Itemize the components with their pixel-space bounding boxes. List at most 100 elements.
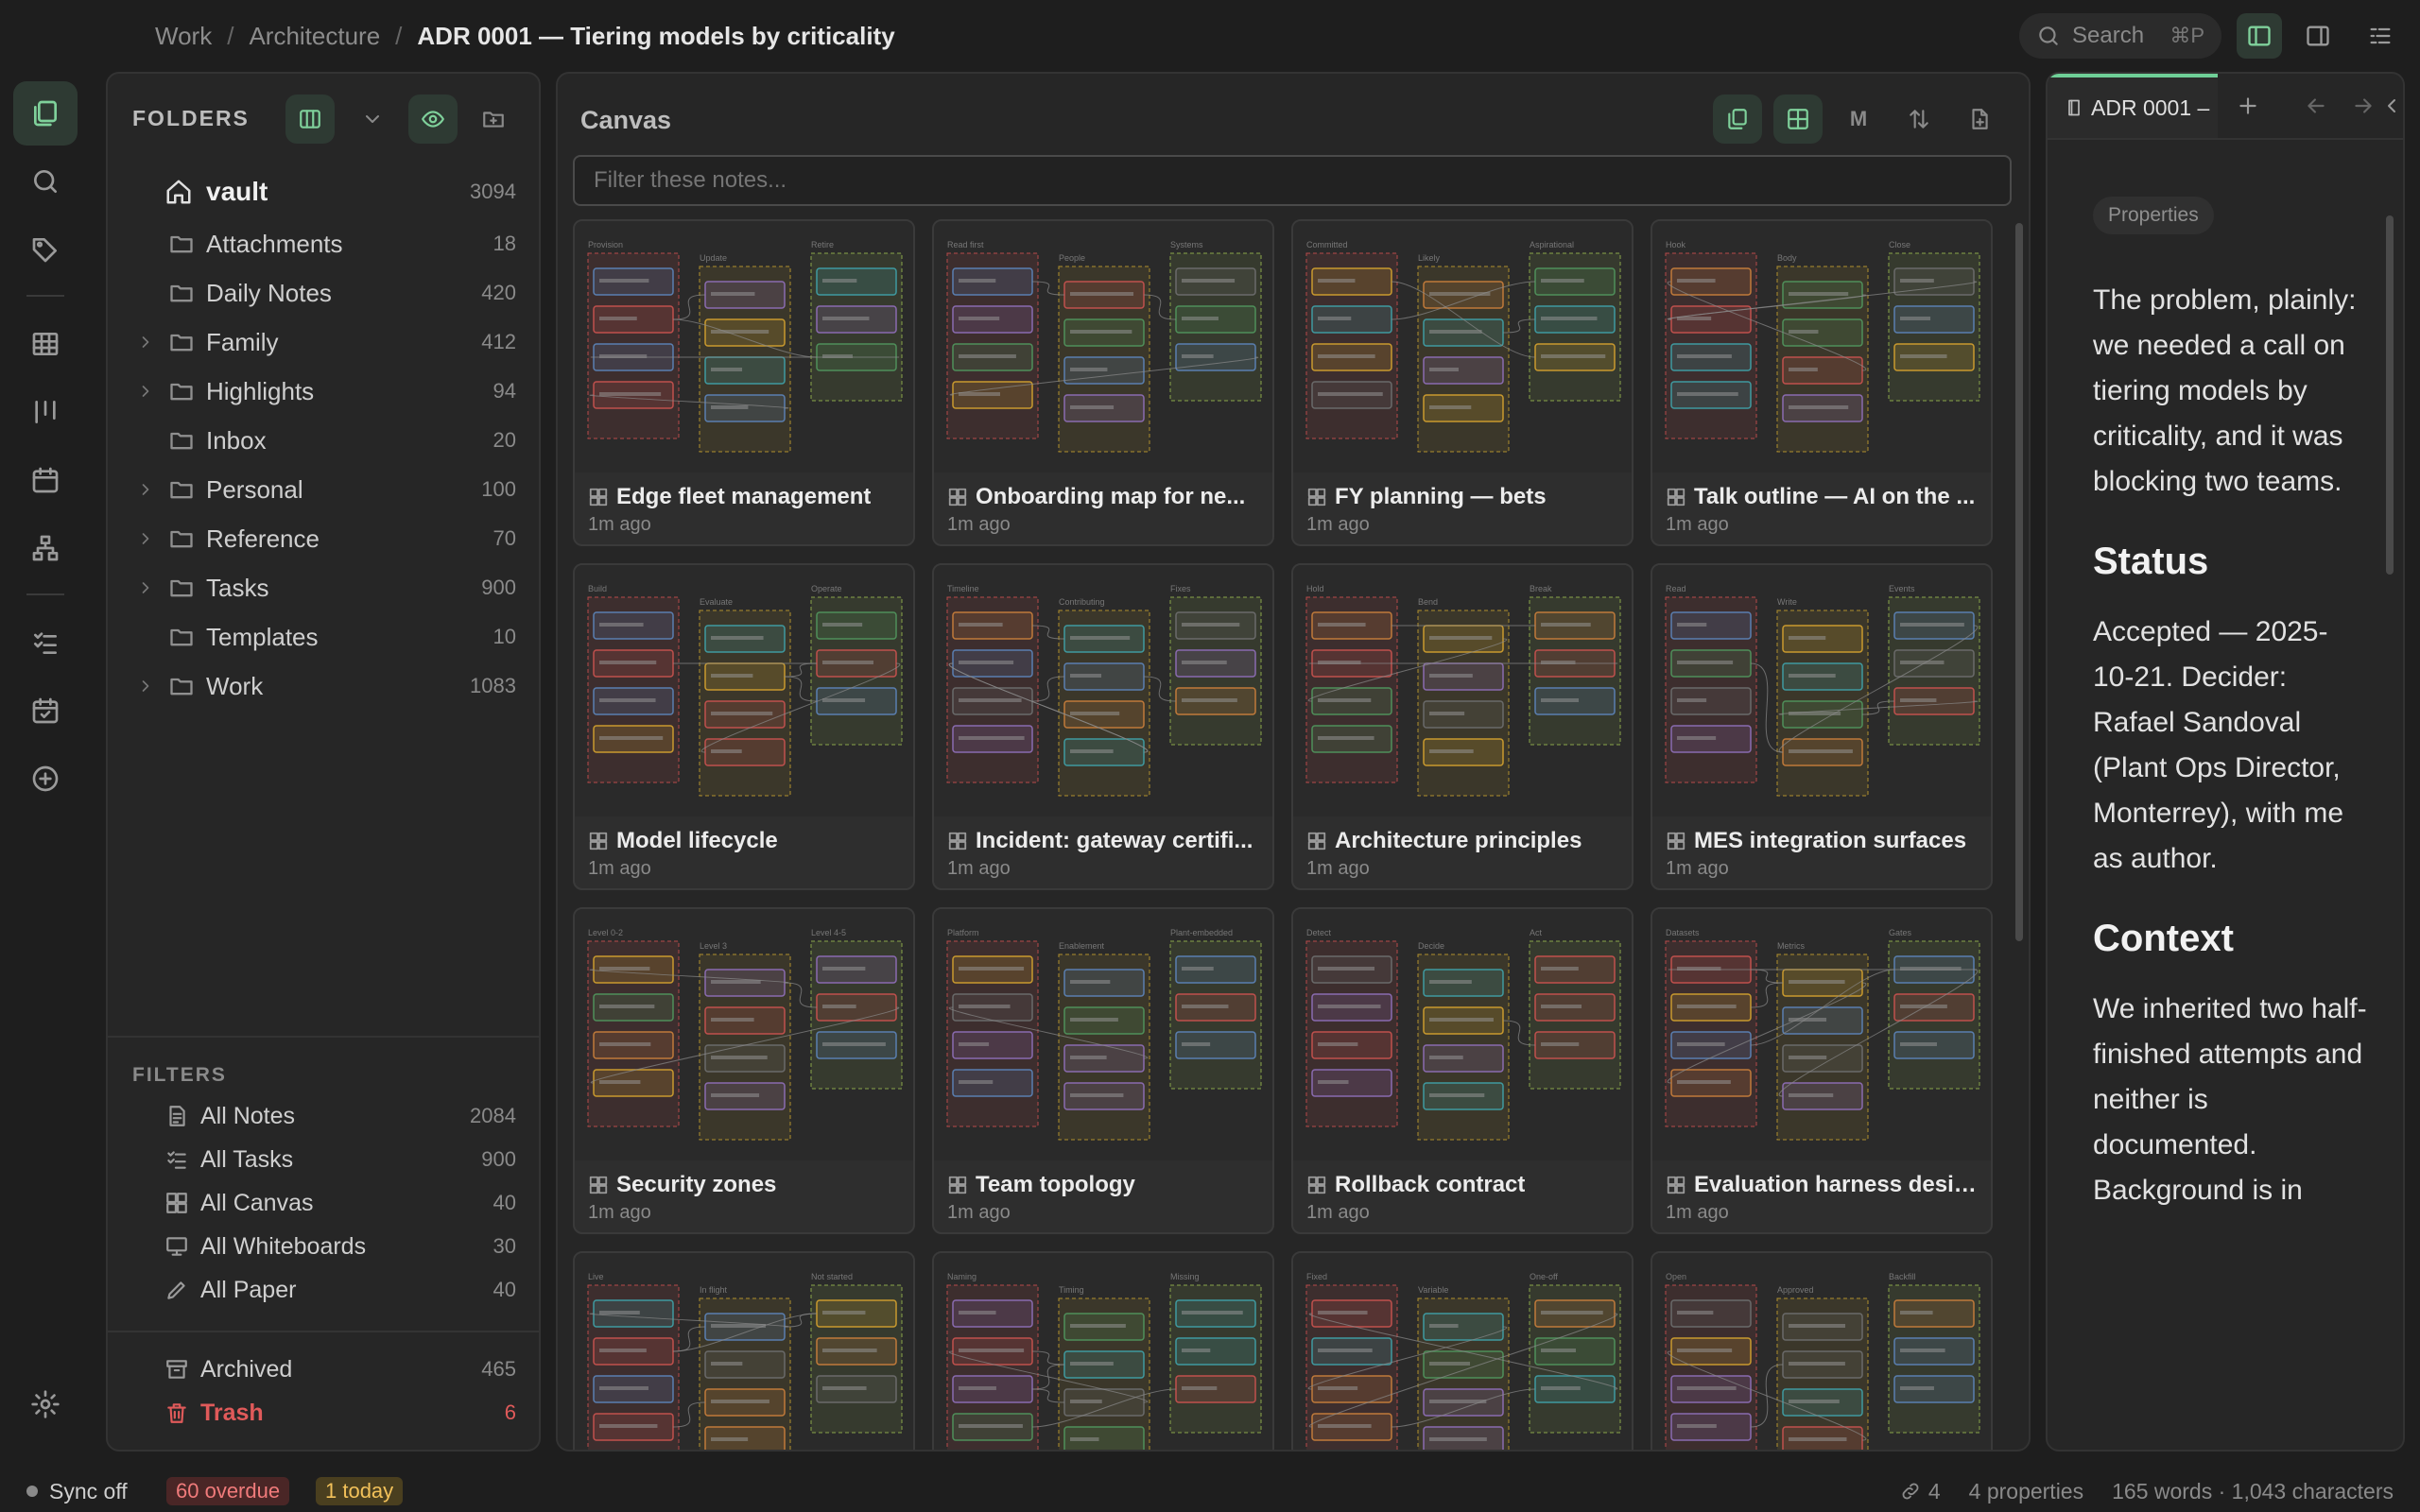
canvas-thumbnail: Open Approved Backfill: [1652, 1253, 1991, 1450]
scrollbar[interactable]: [2015, 223, 2023, 941]
filter-item[interactable]: All Whiteboards 30: [108, 1225, 539, 1268]
breadcrumb-item[interactable]: Architecture: [249, 22, 380, 51]
filter-notes-input[interactable]: [573, 155, 2012, 206]
canvas-card[interactable]: Timeline Contributing Fixes Incident: gatew…: [932, 563, 1274, 890]
folder-item[interactable]: Daily Notes 420: [108, 268, 539, 318]
breadcrumb-item[interactable]: Work: [155, 22, 212, 51]
graph-icon[interactable]: [13, 516, 78, 580]
overdue-badge[interactable]: 60 overdue: [166, 1477, 290, 1505]
collapse-chevron-icon[interactable]: [2378, 83, 2403, 129]
search-icon[interactable]: [13, 149, 78, 214]
columns-view-button[interactable]: [285, 94, 335, 144]
folder-item[interactable]: Work 1083: [108, 662, 539, 711]
chevron-right-icon[interactable]: [136, 578, 155, 597]
folder-item[interactable]: Attachments 18: [108, 219, 539, 268]
kanban-icon[interactable]: [13, 380, 78, 444]
canvas-card[interactable]: Build Evaluate Operate Model lifecycle 1m ag…: [573, 563, 915, 890]
eye-icon[interactable]: [408, 94, 458, 144]
folder-item[interactable]: Templates 10: [108, 612, 539, 662]
filter-item[interactable]: All Tasks 900: [108, 1138, 539, 1181]
chevron-down-icon[interactable]: [348, 94, 397, 144]
size-button[interactable]: M: [1834, 94, 1883, 144]
canvas-card-time: 1m ago: [588, 514, 651, 535]
folder-vault[interactable]: vault 3094: [108, 164, 539, 219]
toggle-left-sidebar-button[interactable]: [2237, 13, 2282, 59]
new-tab-icon[interactable]: [2225, 83, 2271, 129]
canvas-card[interactable]: Platform Enablement Plant-embedded Team top…: [932, 907, 1274, 1234]
canvas-card[interactable]: Open Approved Backfill: [1651, 1251, 1993, 1450]
whiteboard-icon: [164, 1234, 189, 1259]
canvas-card[interactable]: Datasets Metrics Gates Evaluation harness d…: [1651, 907, 1993, 1234]
add-circle-icon[interactable]: [13, 747, 78, 811]
links-count[interactable]: 4: [1900, 1479, 1941, 1504]
new-note-icon[interactable]: [1955, 94, 2004, 144]
canvas-card[interactable]: Hold Bend Break Architecture principles 1m a…: [1291, 563, 1634, 890]
canvas-icon: [1666, 831, 1686, 851]
chevron-right-icon[interactable]: [136, 529, 155, 548]
sort-icon[interactable]: [1894, 94, 1944, 144]
today-badge[interactable]: 1 today: [316, 1477, 404, 1505]
search-placeholder: Search: [2072, 23, 2145, 48]
canvas-card[interactable]: Level 0-2 Level 3 Level 4-5 Security zones 1…: [573, 907, 915, 1234]
breadcrumb-current[interactable]: ADR 0001 — Tiering models by criticality: [417, 22, 894, 51]
canvas-icon: [1306, 1175, 1327, 1195]
tag-icon[interactable]: [13, 217, 78, 282]
filter-item[interactable]: All Notes 2084: [108, 1094, 539, 1138]
calendar-check-icon[interactable]: [13, 679, 78, 743]
folder-item[interactable]: Personal 100: [108, 465, 539, 514]
scrollbar[interactable]: [2386, 215, 2394, 575]
canvas-thumbnail: Naming Timing Missing: [934, 1253, 1272, 1450]
filter-count: 2084: [470, 1104, 516, 1127]
folder-item[interactable]: Highlights 94: [108, 367, 539, 416]
canvas-card[interactable]: Fixed Variable One-off: [1291, 1251, 1634, 1450]
chevron-right-icon[interactable]: [136, 480, 155, 499]
canvas-card[interactable]: Naming Timing Missing: [932, 1251, 1274, 1450]
note-paragraph: We inherited two half-finished attempts …: [2093, 993, 2367, 1206]
card-title-text: Talk outline — AI on the ...: [1694, 484, 1976, 509]
canvas-group-label: Likely: [1418, 253, 1441, 263]
properties-toggle[interactable]: Properties: [2093, 197, 2214, 234]
folder-icon: [168, 575, 195, 601]
canvas-card[interactable]: Live In flight Not started: [573, 1251, 915, 1450]
filter-trash[interactable]: Trash 6: [108, 1391, 539, 1435]
task-list-icon[interactable]: [13, 610, 78, 675]
canvas-card[interactable]: Detect Decide Act Rollback contract 1m ago: [1291, 907, 1634, 1234]
card-title-text: MES integration surfaces: [1694, 828, 1967, 853]
new-folder-icon[interactable]: [469, 94, 518, 144]
chevron-right-icon[interactable]: [136, 382, 155, 401]
canvas-card[interactable]: Hook Body Close Talk outline — AI on the ..…: [1651, 219, 1993, 546]
grid-view-icon[interactable]: [1773, 94, 1823, 144]
chevron-right-icon[interactable]: [136, 677, 155, 696]
filter-item[interactable]: All Paper 40: [108, 1268, 539, 1312]
canvas-card[interactable]: Read first People Systems Onboarding map fo…: [932, 219, 1274, 546]
properties-count[interactable]: 4 properties: [1969, 1479, 2083, 1504]
sync-dot-icon: [26, 1486, 38, 1497]
outline-icon[interactable]: [2358, 13, 2403, 59]
canvas-card[interactable]: Provision Update Retire Edge fleet manageme…: [573, 219, 915, 546]
sync-status[interactable]: Sync off: [26, 1479, 128, 1504]
search-box[interactable]: Search ⌘P: [2019, 13, 2221, 59]
toggle-right-sidebar-button[interactable]: [2295, 13, 2341, 59]
settings-icon[interactable]: [13, 1372, 78, 1436]
copy-icon[interactable]: [1713, 94, 1762, 144]
calendar-icon[interactable]: [13, 448, 78, 512]
folder-icon: [168, 231, 195, 257]
filter-item[interactable]: All Canvas 40: [108, 1181, 539, 1225]
folder-item[interactable]: Tasks 900: [108, 563, 539, 612]
canvas-card[interactable]: Read Write Events MES integration surfaces 1…: [1651, 563, 1993, 890]
folder-item[interactable]: Family 412: [108, 318, 539, 367]
sync-label: Sync off: [49, 1478, 128, 1503]
note-tab[interactable]: ADR 0001 –: [2048, 74, 2218, 138]
canvas-group-label: Level 0-2: [588, 928, 623, 937]
back-icon[interactable]: [2293, 83, 2339, 129]
folder-item[interactable]: Inbox 20: [108, 416, 539, 465]
canvas-group-label: Live: [588, 1272, 604, 1281]
filter-count: 40: [493, 1278, 516, 1301]
folder-item[interactable]: Reference 70: [108, 514, 539, 563]
files-icon[interactable]: [13, 81, 78, 146]
filter-archived[interactable]: Archived 465: [108, 1348, 539, 1391]
card-title-text: Team topology: [976, 1172, 1135, 1197]
table-icon[interactable]: [13, 312, 78, 376]
canvas-card[interactable]: Committed Likely Aspirational FY planning —…: [1291, 219, 1634, 546]
chevron-right-icon[interactable]: [136, 333, 155, 352]
